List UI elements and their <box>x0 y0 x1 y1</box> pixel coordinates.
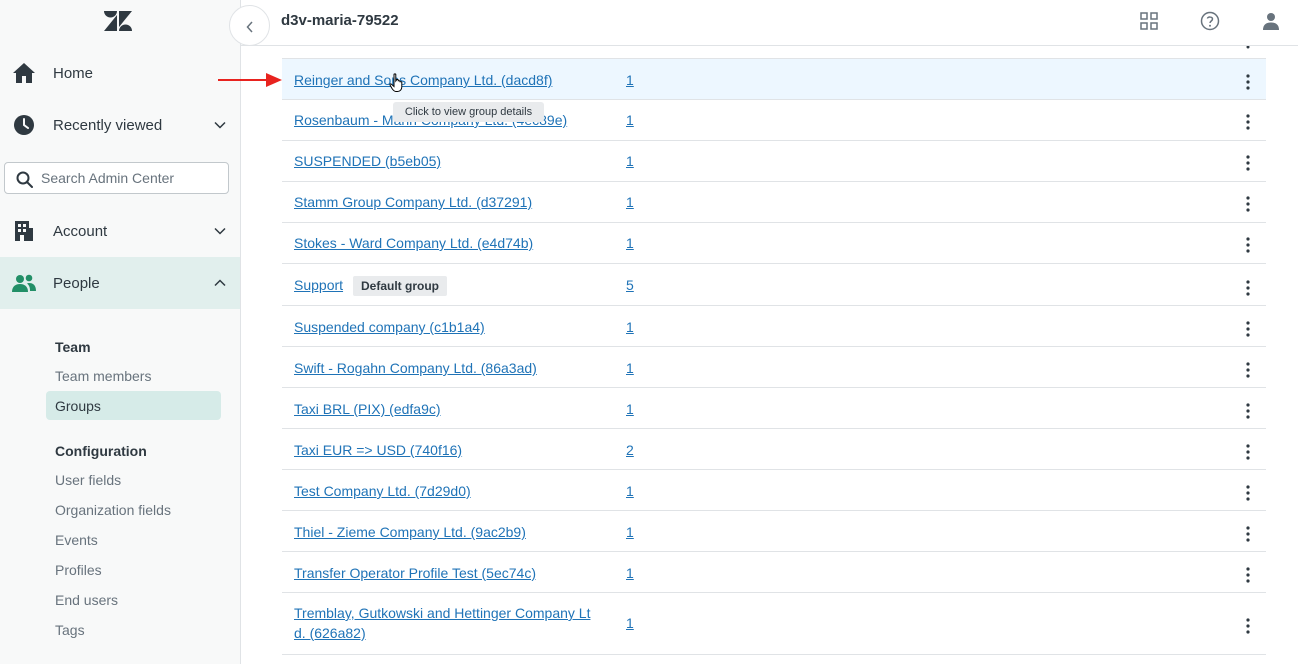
table-row[interactable]: Suspended company (c1b1a4) 1 <box>282 306 1266 347</box>
group-name-link[interactable]: Taxi BRL (PIX) (edfa9c) <box>294 399 441 419</box>
people-icon <box>12 274 36 292</box>
row-menu-icon[interactable] <box>1241 402 1255 420</box>
row-menu-icon[interactable] <box>1241 195 1255 213</box>
member-count-link[interactable]: 1 <box>626 399 634 419</box>
member-count-link[interactable]: 1 <box>626 233 634 253</box>
table-row[interactable]: Tremblay, Gutkowski and Hettinger Compan… <box>282 593 1266 655</box>
table-row[interactable]: Support Default group 5 <box>282 264 1266 306</box>
sidebar-item-profiles[interactable]: Profiles <box>55 562 102 578</box>
help-icon[interactable] <box>1200 11 1220 31</box>
hand-cursor-icon <box>389 73 403 92</box>
group-name-link[interactable]: SUSPENDED (b5eb05) <box>294 151 441 171</box>
table-row[interactable]: Swift - Rogahn Company Ltd. (86a3ad) 1 <box>282 347 1266 388</box>
team-heading: Team <box>55 339 91 355</box>
chevron-up-icon <box>214 279 226 287</box>
member-count-link[interactable]: 1 <box>626 151 634 171</box>
table-row[interactable]: Reinger and Sons Company Ltd. (dacd8f) 1 <box>282 58 1266 100</box>
row-menu-icon[interactable] <box>1241 617 1255 635</box>
row-menu-dot-partial <box>1246 46 1250 49</box>
sidebar-item-end-users[interactable]: End users <box>55 592 118 608</box>
member-count-link[interactable]: 5 <box>626 275 634 295</box>
sidebar-item-events[interactable]: Events <box>55 532 98 548</box>
chevron-left-icon <box>246 21 253 33</box>
annotation-arrow-icon <box>218 73 282 87</box>
nav-account[interactable]: Account <box>0 205 240 257</box>
nav-people[interactable]: People <box>0 257 240 309</box>
sidebar: Home Recently viewed Account <box>0 0 241 664</box>
row-menu-icon[interactable] <box>1241 484 1255 502</box>
table-row[interactable]: Taxi EUR => USD (740f16) 2 <box>282 429 1266 470</box>
nav-home[interactable]: Home <box>0 47 240 99</box>
group-name-link[interactable]: Test Company Ltd. (7d29d0) <box>294 481 471 501</box>
table-row[interactable]: Stamm Group Company Ltd. (d37291) 1 <box>282 182 1266 223</box>
member-count-link[interactable]: 1 <box>626 481 634 501</box>
group-name-link[interactable]: Stamm Group Company Ltd. (d37291) <box>294 192 532 212</box>
row-menu-icon[interactable] <box>1241 73 1255 91</box>
search-box <box>4 162 229 194</box>
member-count-link[interactable]: 1 <box>626 613 634 633</box>
row-menu-icon[interactable] <box>1241 154 1255 172</box>
search-input[interactable] <box>41 163 226 193</box>
member-count-link[interactable]: 1 <box>626 358 634 378</box>
nav-recently-viewed[interactable]: Recently viewed <box>0 99 240 151</box>
row-menu-icon[interactable] <box>1241 443 1255 461</box>
row-menu-icon[interactable] <box>1241 236 1255 254</box>
sidebar-item-organization-fields[interactable]: Organization fields <box>55 502 171 518</box>
sidebar-item-user-fields[interactable]: User fields <box>55 472 121 488</box>
table-row[interactable]: Stokes - Ward Company Ltd. (e4d74b) 1 <box>282 223 1266 264</box>
member-count-link[interactable]: 2 <box>626 440 634 460</box>
table-row[interactable]: Test Company Ltd. (7d29d0) 1 <box>282 470 1266 511</box>
group-name-text[interactable]: Support <box>294 277 343 293</box>
default-group-badge: Default group <box>353 276 447 296</box>
row-menu-icon[interactable] <box>1241 361 1255 379</box>
building-icon <box>15 221 33 241</box>
row-menu-icon[interactable] <box>1241 566 1255 584</box>
product-tray-icon[interactable] <box>1139 11 1159 31</box>
member-count-link[interactable]: 1 <box>626 70 634 90</box>
row-menu-icon[interactable] <box>1241 525 1255 543</box>
sidebar-item-team-members[interactable]: Team members <box>55 368 151 384</box>
nav-people-label: People <box>53 274 100 292</box>
member-count-link[interactable]: 1 <box>626 192 634 212</box>
group-name-link[interactable]: Swift - Rogahn Company Ltd. (86a3ad) <box>294 358 537 378</box>
zendesk-logo-icon[interactable] <box>104 9 132 33</box>
member-count-link[interactable]: 1 <box>626 522 634 542</box>
row-menu-icon[interactable] <box>1241 320 1255 338</box>
table-row[interactable]: Transfer Operator Profile Test (5ec74c) … <box>282 552 1266 593</box>
table-row[interactable]: SUSPENDED (b5eb05) 1 <box>282 141 1266 182</box>
page-title: d3v-maria-79522 <box>281 12 399 29</box>
nav-home-label: Home <box>53 64 94 82</box>
table-row[interactable]: Thiel - Zieme Company Ltd. (9ac2b9) 1 <box>282 511 1266 552</box>
group-name-link[interactable]: Thiel - Zieme Company Ltd. (9ac2b9) <box>294 522 526 542</box>
member-count-link[interactable]: 1 <box>626 110 634 130</box>
sidebar-item-groups[interactable]: Groups <box>55 398 101 414</box>
collapse-sidebar-button[interactable] <box>229 5 270 46</box>
search-icon <box>16 171 33 188</box>
row-menu-icon[interactable] <box>1241 279 1255 297</box>
group-name-link[interactable]: Taxi EUR => USD (740f16) <box>294 440 462 460</box>
member-count-link[interactable]: 1 <box>626 317 634 337</box>
group-name-link[interactable]: Reinger and Sons Company Ltd. (dacd8f) <box>294 70 552 90</box>
table-row[interactable]: Taxi BRL (PIX) (edfa9c) 1 <box>282 388 1266 429</box>
group-name-link[interactable]: Transfer Operator Profile Test (5ec74c) <box>294 563 536 583</box>
sidebar-item-tags[interactable]: Tags <box>55 622 85 638</box>
home-icon <box>13 63 35 83</box>
member-count-link[interactable]: 1 <box>626 563 634 583</box>
group-name-link-line2[interactable]: d. (626a82) <box>294 623 366 643</box>
user-profile-icon[interactable] <box>1261 11 1281 31</box>
group-name-link[interactable]: Support <box>294 275 343 295</box>
top-header: d3v-maria-79522 <box>241 0 1298 46</box>
nav-account-label: Account <box>53 222 108 240</box>
nav-recently-viewed-label: Recently viewed <box>53 116 163 134</box>
chevron-down-icon <box>214 227 226 235</box>
chevron-down-icon <box>214 121 226 129</box>
group-name-link[interactable]: Suspended company (c1b1a4) <box>294 317 485 337</box>
clock-icon <box>14 115 34 135</box>
group-name-link-line1[interactable]: Tremblay, Gutkowski and Hettinger Compan… <box>294 603 590 623</box>
group-name-link[interactable]: Stokes - Ward Company Ltd. (e4d74b) <box>294 233 533 253</box>
group-details-tooltip: Click to view group details <box>393 102 544 122</box>
row-menu-icon[interactable] <box>1241 113 1255 131</box>
configuration-heading: Configuration <box>55 443 147 459</box>
